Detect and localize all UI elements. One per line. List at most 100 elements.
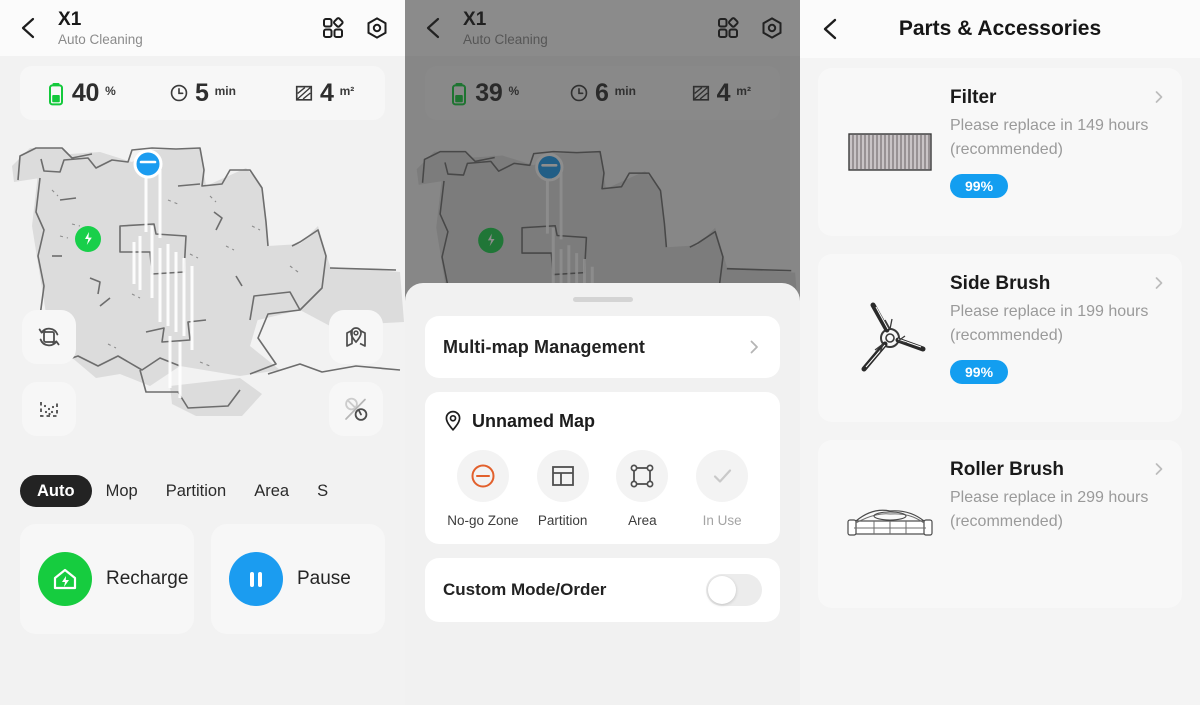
header-actions xyxy=(716,16,784,40)
multi-map-management-label: Multi-map Management xyxy=(443,336,646,357)
part-body: Side Brush Please replace in 199 hours (… xyxy=(950,272,1166,404)
tool-label-no-go-zone: No-go Zone xyxy=(447,513,519,528)
part-name: Roller Brush xyxy=(950,459,1065,480)
device-name: X1 xyxy=(58,8,82,30)
status-stats-bar: 40 % 5 min 4 m² xyxy=(20,66,385,120)
sheet-drag-handle[interactable] xyxy=(572,297,633,302)
header-actions xyxy=(321,16,389,40)
part-card-roller-brush[interactable]: Roller Brush Please replace in 299 hours… xyxy=(818,440,1182,608)
relocate-robot-button[interactable] xyxy=(22,310,76,364)
partition-icon xyxy=(536,450,589,502)
tool-area[interactable]: Area xyxy=(603,450,683,528)
recharge-button[interactable]: Recharge xyxy=(20,524,194,634)
pause-button[interactable]: Pause xyxy=(211,524,385,634)
part-life-badge: 99% xyxy=(950,360,1009,384)
multi-map-sheet-panel: X1 Auto Cleaning 39 % 6 min 4 m² Multi-m… xyxy=(405,0,800,705)
multi-map-card: Multi-map Management xyxy=(425,316,780,378)
back-chevron-icon[interactable] xyxy=(16,15,42,41)
tool-label-area: Area xyxy=(628,513,657,528)
map-name: Unnamed Map xyxy=(472,410,596,431)
cleaning-map[interactable] xyxy=(0,126,405,466)
battery-value: 39 xyxy=(475,78,503,107)
mode-tab-area[interactable]: Area xyxy=(240,475,303,507)
mode-tab-auto[interactable]: Auto xyxy=(20,475,92,507)
side-brush-icon xyxy=(830,272,950,404)
part-name: Side Brush xyxy=(950,273,1051,294)
part-description: Please replace in 299 hours (recommended… xyxy=(950,489,1149,530)
tool-in-use[interactable]: In Use xyxy=(682,450,762,528)
part-body: Roller Brush Please replace in 299 hours… xyxy=(950,458,1166,590)
toggle-knob xyxy=(708,576,736,604)
parts-list: Filter Please replace in 149 hours (reco… xyxy=(800,58,1200,608)
chevron-right-icon[interactable] xyxy=(1152,462,1166,476)
screenshot-stage: X1 Auto Cleaning 40 % 5 min 4 m² Auto Mo… xyxy=(0,0,1200,705)
mode-tab-partition[interactable]: Partition xyxy=(152,475,241,507)
part-description: Please replace in 199 hours (recommended… xyxy=(950,303,1149,344)
battery-value: 40 xyxy=(71,78,100,107)
roller-brush-icon xyxy=(830,458,950,590)
chevron-right-icon[interactable] xyxy=(1152,276,1166,290)
part-life-badge: 99% xyxy=(950,174,1009,198)
hexagon-settings-icon[interactable] xyxy=(365,16,389,40)
tool-no-go-zone[interactable]: No-go Zone xyxy=(443,450,523,528)
pause-icon xyxy=(229,552,283,606)
panel-one-header: X1 Auto Cleaning xyxy=(0,0,405,56)
spot-clean-button[interactable] xyxy=(22,382,76,436)
device-title-group: X1 Auto Cleaning xyxy=(463,9,548,48)
clock-icon xyxy=(169,82,189,104)
custom-mode-row[interactable]: Custom Mode/Order xyxy=(425,558,780,622)
part-card-side-brush[interactable]: Side Brush Please replace in 199 hours (… xyxy=(818,254,1182,422)
status-stats-bar: 39 % 6 min 4 m² xyxy=(425,66,780,120)
chevron-right-icon[interactable] xyxy=(1152,90,1166,104)
chevron-right-icon xyxy=(746,339,762,355)
hexagon-settings-icon[interactable] xyxy=(760,16,784,40)
map-manage-button[interactable] xyxy=(329,310,383,364)
mode-tab-bar[interactable]: Auto Mop Partition Area S xyxy=(0,466,405,510)
grid-apps-icon[interactable] xyxy=(716,16,740,40)
part-card-filter[interactable]: Filter Please replace in 149 hours (reco… xyxy=(818,68,1182,236)
custom-mode-card: Custom Mode/Order xyxy=(425,558,780,622)
area-hatch-icon xyxy=(691,82,711,104)
multi-map-management-row[interactable]: Multi-map Management xyxy=(425,316,780,378)
no-mop-zone-icon xyxy=(341,394,371,424)
tool-partition[interactable]: Partition xyxy=(523,450,603,528)
mode-tab-clipped[interactable]: S xyxy=(303,475,328,507)
stats-wrap: 39 % 6 min 4 m² xyxy=(405,56,800,126)
mode-tab-mop[interactable]: Mop xyxy=(92,475,152,507)
time-unit: min xyxy=(214,83,236,98)
battery-unit: % xyxy=(105,83,116,98)
no-mop-zone-button[interactable] xyxy=(329,382,383,436)
spot-clean-icon xyxy=(35,395,63,423)
current-map-card: Unnamed Map No-go Zone Partition Area In… xyxy=(425,392,780,544)
time-unit: min xyxy=(614,83,636,98)
area-unit: m² xyxy=(339,83,355,98)
battery-unit: % xyxy=(508,83,520,98)
map-pin-icon xyxy=(342,323,370,351)
tool-label-in-use: In Use xyxy=(702,513,742,528)
grid-apps-icon[interactable] xyxy=(321,16,345,40)
device-status: Auto Cleaning xyxy=(463,31,548,47)
part-body: Filter Please replace in 149 hours (reco… xyxy=(950,86,1166,218)
stat-time: 6 min xyxy=(543,79,661,108)
area-value: 4 xyxy=(716,78,731,107)
area-value: 4 xyxy=(320,78,334,107)
back-chevron-icon[interactable] xyxy=(818,16,844,42)
relocate-icon xyxy=(35,323,63,351)
robot-position-marker xyxy=(535,153,564,182)
area-unit: m² xyxy=(736,83,751,98)
check-icon xyxy=(696,450,749,502)
device-name: X1 xyxy=(463,8,487,30)
stats-wrap: 40 % 5 min 4 m² xyxy=(0,56,405,126)
area-nodes-icon xyxy=(616,450,669,502)
action-button-row: Recharge Pause xyxy=(0,510,405,634)
battery-icon xyxy=(46,82,66,106)
custom-mode-toggle[interactable] xyxy=(706,574,762,606)
parts-header: Parts & Accessories xyxy=(800,0,1200,58)
time-value: 5 xyxy=(195,78,209,107)
filter-icon xyxy=(830,86,950,218)
stat-time: 5 min xyxy=(142,79,264,108)
stat-battery: 40 % xyxy=(20,79,142,108)
time-value: 6 xyxy=(595,78,609,107)
back-chevron-icon[interactable] xyxy=(421,15,447,41)
page-title: Parts & Accessories xyxy=(898,17,1102,40)
